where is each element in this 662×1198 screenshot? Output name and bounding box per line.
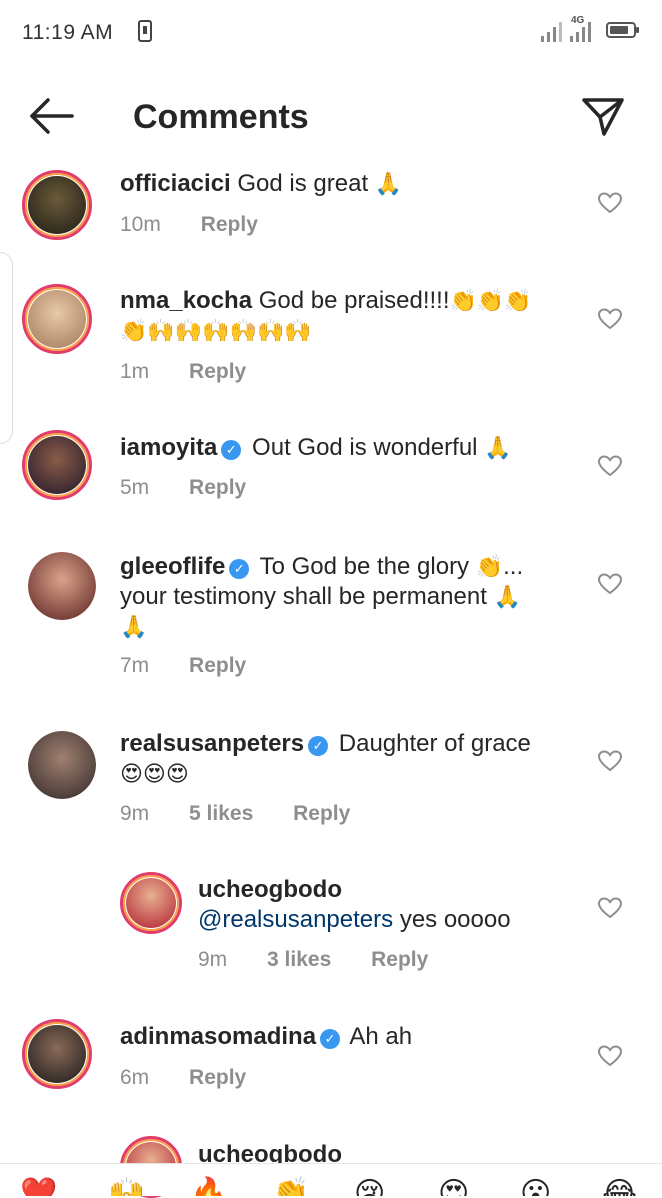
comment-username[interactable]: ucheogbodo <box>198 876 342 903</box>
header: Comments <box>0 66 662 166</box>
comment-text: God be praised!!!! <box>258 287 450 314</box>
verified-badge-icon: ✓ <box>221 440 242 460</box>
reply-button[interactable]: Reply <box>371 948 428 971</box>
like-heart-icon[interactable] <box>598 1045 622 1067</box>
comment-time: 9m <box>120 802 150 825</box>
like-heart-icon[interactable] <box>598 455 622 477</box>
comment-text: yes ooooo <box>399 906 511 933</box>
signal-icon-2 <box>570 18 596 42</box>
avatar[interactable] <box>22 170 92 240</box>
quick-emoji-button[interactable]: 😂 <box>602 1174 637 1196</box>
comment-time: 10m <box>120 213 161 236</box>
reply-button[interactable]: Reply <box>189 360 246 383</box>
like-heart-icon[interactable] <box>598 308 622 330</box>
reply-button[interactable]: Reply <box>189 1066 246 1089</box>
like-heart-icon[interactable] <box>598 897 622 919</box>
comment-time: 9m <box>198 948 228 971</box>
comment-emoji-3: 🙏 <box>120 614 148 639</box>
likes-count[interactable]: 5 likes <box>189 802 253 825</box>
comment-emoji-2: 🙏 <box>493 584 521 609</box>
avatar[interactable] <box>28 552 96 620</box>
page-title: Comments <box>133 98 309 136</box>
comment-text: Daughter of grace <box>338 730 531 757</box>
avatar[interactable] <box>22 430 92 500</box>
comment-time: 6m <box>120 1066 150 1089</box>
avatar[interactable] <box>28 731 96 799</box>
avatar[interactable] <box>22 1019 92 1089</box>
avatar[interactable] <box>120 872 182 934</box>
verified-badge-icon: ✓ <box>308 736 329 756</box>
comment-mention[interactable]: @realsusanpeters <box>198 906 393 933</box>
comment-username[interactable]: nma_kocha <box>120 287 252 314</box>
quick-emoji-button[interactable]: 🙌 <box>108 1174 145 1196</box>
comment-emoji: 🙏 <box>374 171 403 196</box>
comment-emoji: 👏 <box>475 554 504 579</box>
comment-text: Ah ah <box>349 1023 413 1050</box>
comment-username[interactable]: adinmasomadina <box>120 1023 316 1050</box>
comment-emoji: 👏👏👏 <box>449 288 532 313</box>
edge-panel-handle[interactable] <box>0 252 13 444</box>
comment-time: 5m <box>120 476 150 499</box>
likes-count[interactable]: 3 likes <box>267 948 331 971</box>
like-heart-icon[interactable] <box>598 750 622 772</box>
quick-emoji-bar: ❤️ 🙌 🔥 👏 😢 😍 😮 😂 <box>0 1163 662 1196</box>
download-icon <box>138 20 152 42</box>
comment-emoji: 🙏 <box>484 435 512 460</box>
quick-emoji-button[interactable]: 😍 <box>438 1174 469 1196</box>
comment-username[interactable]: officiacici <box>120 170 231 197</box>
battery-icon <box>606 22 639 38</box>
comment-text-line2: your testimony shall be permanent <box>120 583 487 610</box>
quick-emoji-button[interactable]: 😮 <box>520 1174 551 1196</box>
status-time: 11:19 AM <box>22 21 114 44</box>
comment-text: To God be the glory <box>259 553 470 580</box>
reply-button[interactable]: Reply <box>189 476 246 499</box>
verified-badge-icon: ✓ <box>229 559 250 579</box>
quick-emoji-button[interactable]: ❤️ <box>20 1174 57 1196</box>
comment-text: God is great <box>237 170 369 197</box>
comment-username[interactable]: gleeoflife <box>120 553 225 580</box>
comment-text: Out God is wonderful <box>252 434 478 461</box>
avatar[interactable] <box>22 284 92 354</box>
comment-emoji: 😍😍😍 <box>120 761 189 786</box>
comment-ellipsis: ... <box>503 553 524 580</box>
comment-time: 1m <box>120 360 150 383</box>
comment-emoji-line2: 👏🙌🙌🙌🙌🙌🙌 <box>120 318 312 343</box>
reply-button[interactable]: Reply <box>201 213 258 236</box>
quick-emoji-button[interactable]: 🔥 <box>190 1174 227 1196</box>
back-arrow-icon[interactable] <box>26 96 76 136</box>
signal-icon <box>541 18 567 42</box>
paper-plane-icon[interactable] <box>580 96 626 138</box>
like-heart-icon[interactable] <box>598 573 622 595</box>
comment-username[interactable]: realsusanpeters <box>120 730 304 757</box>
like-heart-icon[interactable] <box>598 192 622 214</box>
reply-button[interactable]: Reply <box>189 654 246 677</box>
comment-username[interactable]: iamoyita <box>120 434 217 461</box>
status-bar: 11:19 AM 4G <box>0 0 662 66</box>
verified-badge-icon: ✓ <box>320 1029 341 1049</box>
quick-emoji-button[interactable]: 😢 <box>354 1174 385 1196</box>
comment-time: 7m <box>120 654 150 677</box>
reply-button[interactable]: Reply <box>293 802 350 825</box>
quick-emoji-button[interactable]: 👏 <box>272 1174 309 1196</box>
